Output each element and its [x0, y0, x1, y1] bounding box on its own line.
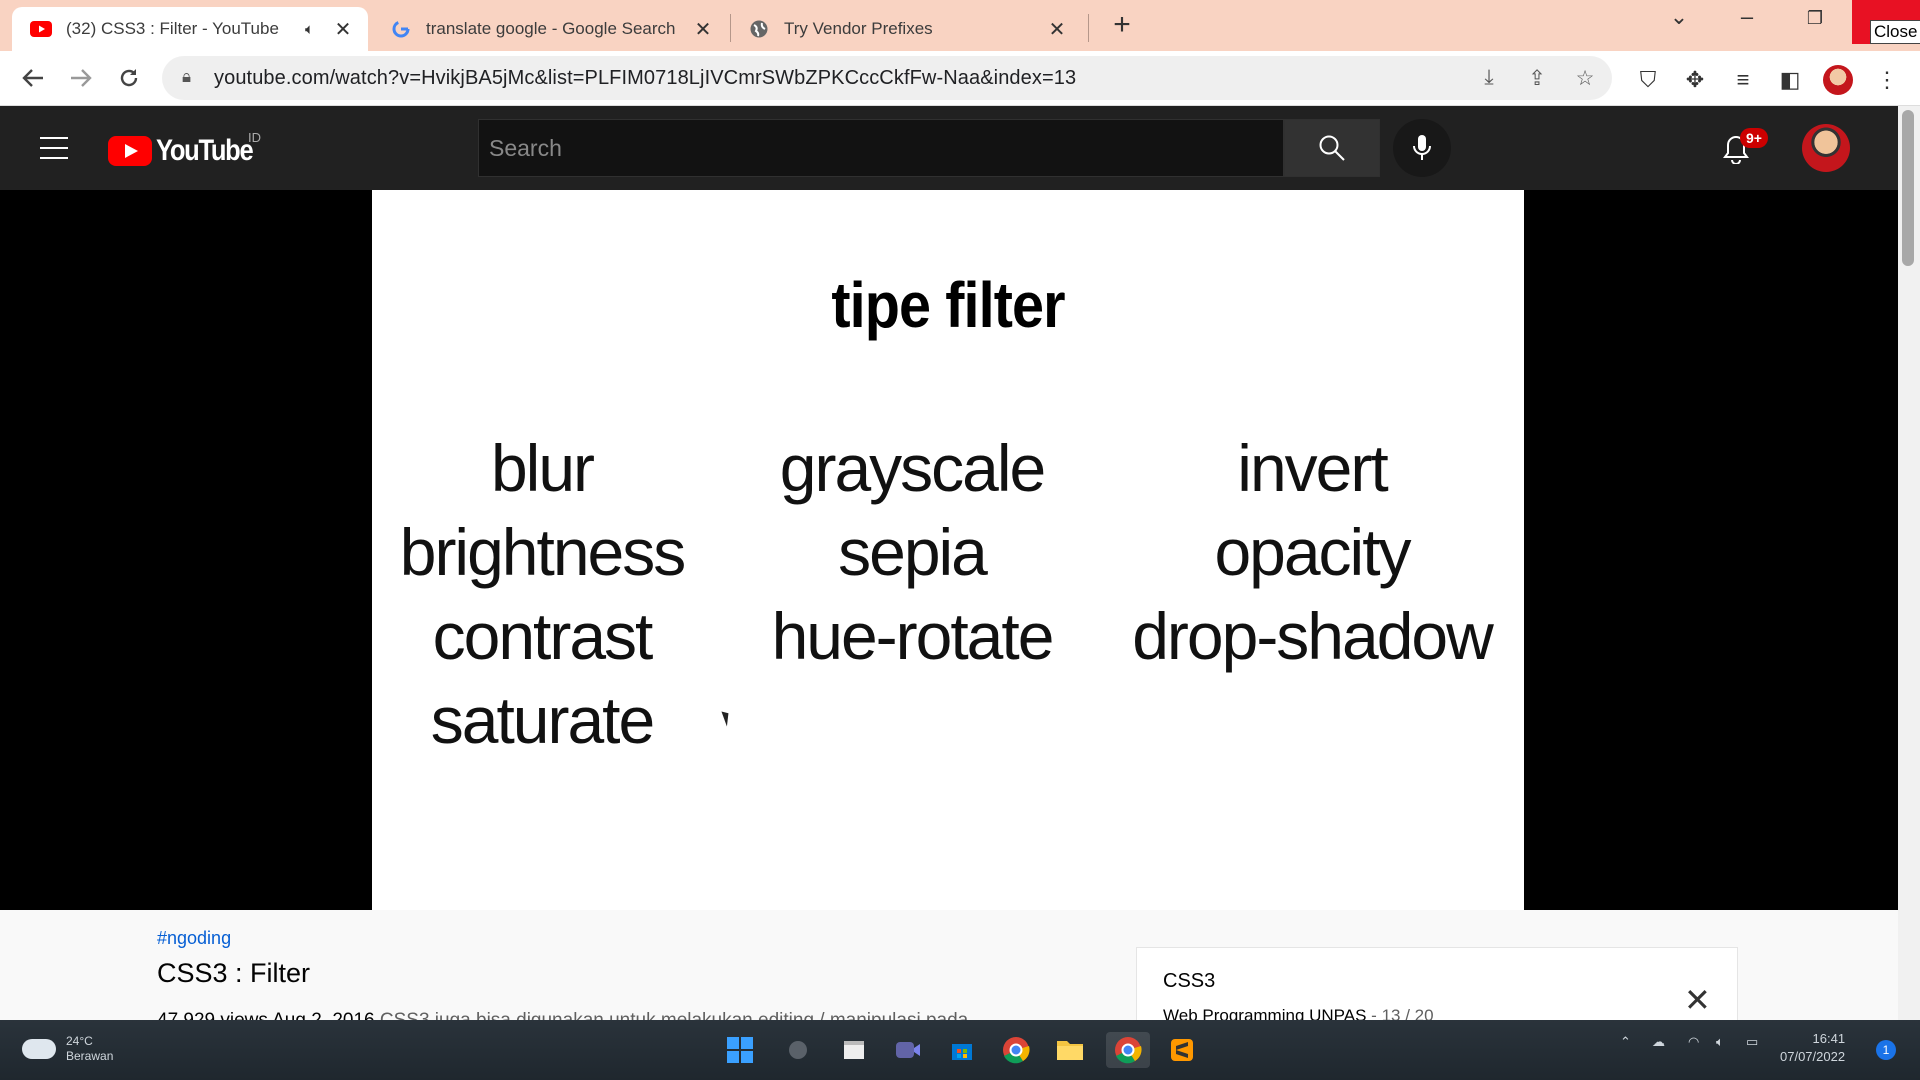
slide-word: grayscale — [779, 431, 1046, 505]
weather-widget[interactable]: 24°C Berawan — [22, 1034, 113, 1064]
tab-close-icon[interactable]: ✕ — [1046, 17, 1068, 42]
profile-avatar[interactable] — [1823, 65, 1853, 95]
country-code: ID — [248, 130, 261, 145]
speaker-icon[interactable]: 🔈︎ — [305, 21, 314, 38]
clock-date: 07/07/2022 — [1780, 1049, 1846, 1064]
notification-center-badge[interactable]: 1 — [1876, 1040, 1896, 1060]
weather-temp: 24°C — [66, 1034, 93, 1048]
scrollbar-thumb[interactable] — [1902, 110, 1914, 266]
side-panel-icon[interactable]: ◧ — [1775, 65, 1805, 95]
guide-menu-icon[interactable] — [40, 137, 68, 167]
slide-word: blur — [490, 431, 595, 505]
back-arrow-icon[interactable] — [16, 61, 50, 95]
search-input[interactable] — [479, 120, 1283, 176]
tab-close-icon[interactable]: ✕ — [692, 17, 714, 42]
chat-icon[interactable] — [890, 1032, 926, 1068]
slide-word: drop-shadow — [1132, 599, 1494, 673]
minimize-icon[interactable]: – — [1724, 4, 1770, 30]
voice-search-button[interactable] — [1393, 119, 1451, 177]
task-view-icon[interactable] — [836, 1032, 872, 1068]
browser-tabstrip: (32) CSS3 : Filter - YouTube 🔈︎ ✕ transl… — [0, 0, 1920, 51]
slide-word: invert — [1237, 431, 1388, 505]
microphone-icon — [1413, 135, 1431, 160]
tab-youtube[interactable]: (32) CSS3 : Filter - YouTube 🔈︎ ✕ — [12, 7, 368, 51]
system-clock[interactable]: 16:41 07/07/2022 — [1780, 1030, 1845, 1066]
playlist-panel: CSS3 Web Programming UNPAS - 13 / 20 ✕ — [1136, 947, 1738, 1027]
url-text[interactable]: youtube.com/watch?v=HvikjBA5jMc&list=PLF… — [214, 67, 1076, 90]
youtube-logo[interactable]: YouTube ID — [108, 130, 269, 168]
new-tab-button[interactable]: + — [1108, 8, 1136, 42]
cloud-icon — [22, 1039, 56, 1059]
tab-title: (32) CSS3 : Filter - YouTube — [66, 19, 279, 38]
extensions-puzzle-icon[interactable]: ✥ — [1680, 65, 1710, 95]
slide-word: brightness — [399, 515, 687, 589]
chrome-icon[interactable] — [998, 1032, 1034, 1068]
slide-word: saturate — [430, 683, 655, 757]
restore-icon[interactable]: ❐ — [1792, 8, 1838, 29]
microsoft-store-icon[interactable] — [944, 1032, 980, 1068]
volume-icon[interactable]: 🔈︎ — [1716, 1034, 1724, 1050]
youtube-wordmark: YouTube — [156, 134, 254, 167]
tray-chevron-icon[interactable]: ⌃ — [1620, 1034, 1631, 1050]
address-bar[interactable]: 🔒︎ youtube.com/watch?v=HvikjBA5jMc&list=… — [162, 56, 1612, 100]
start-windows-icon[interactable] — [722, 1032, 758, 1068]
battery-icon[interactable]: ▭ — [1746, 1034, 1758, 1050]
tab-close-icon[interactable]: ✕ — [332, 17, 354, 42]
onedrive-cloud-icon[interactable]: ☁ — [1652, 1034, 1665, 1050]
shield-extension-icon[interactable]: ⛉ — [1633, 65, 1663, 95]
slide-word: contrast — [432, 599, 654, 673]
lock-icon[interactable]: 🔒︎ — [182, 67, 191, 87]
search-box[interactable] — [478, 119, 1284, 177]
tab-title: translate google - Google Search — [426, 19, 676, 38]
notification-count-badge: 9+ — [1740, 128, 1768, 148]
chrome-profile-icon[interactable] — [1106, 1032, 1150, 1068]
tab-google-search[interactable]: translate google - Google Search ✕ — [372, 7, 728, 51]
install-app-icon[interactable]: ⤓ — [1474, 66, 1504, 90]
youtube-masthead: YouTube ID 9+ — [0, 106, 1898, 190]
slide-word: opacity — [1214, 515, 1411, 589]
close-tooltip: Close — [1870, 20, 1920, 44]
reload-icon[interactable] — [112, 61, 146, 95]
wifi-icon[interactable]: ◠ — [1688, 1034, 1699, 1050]
browser-toolbar: 🔒︎ youtube.com/watch?v=HvikjBA5jMc&list=… — [0, 51, 1920, 106]
bookmark-star-icon[interactable]: ☆ — [1570, 66, 1600, 91]
google-favicon-icon — [390, 18, 412, 40]
share-icon[interactable]: ⇪ — [1522, 66, 1552, 91]
search-taskbar-icon[interactable] — [780, 1032, 816, 1068]
slide-word: sepia — [838, 515, 988, 589]
tab-title: Try Vendor Prefixes — [784, 19, 933, 38]
hashtag-link[interactable]: #ngoding — [157, 928, 231, 949]
slide-word: hue-rotate — [771, 599, 1055, 673]
youtube-favicon-icon — [30, 18, 52, 40]
tab-search-chevron-icon[interactable]: ⌄ — [1656, 4, 1702, 30]
forward-arrow-icon[interactable] — [64, 61, 98, 95]
media-control-icon[interactable]: ≡ — [1728, 65, 1758, 95]
tab-separator — [1088, 14, 1089, 42]
weather-desc: Berawan — [66, 1049, 114, 1063]
sublime-text-icon[interactable] — [1164, 1032, 1200, 1068]
playlist-title[interactable]: CSS3 — [1163, 970, 1215, 993]
avatar — [1823, 65, 1853, 95]
slide-title: tipe filter — [831, 269, 1065, 341]
account-avatar[interactable] — [1802, 124, 1850, 172]
windows-taskbar: 24°C Berawan ⌃ ☁ ◠ 🔈︎ ▭ 16:41 07/07/2022… — [0, 1020, 1920, 1080]
chrome-menu-icon[interactable]: ⋮ — [1872, 65, 1902, 95]
watch-metadata: #ngoding CSS3 : Filter 47,929 views Aug … — [0, 910, 1898, 1031]
video-frame-slide[interactable]: tipe filter blur grayscale invert bright… — [372, 190, 1524, 910]
playlist-close-icon[interactable]: ✕ — [1684, 984, 1711, 1016]
search-icon — [1319, 135, 1345, 161]
tab-vendor-prefixes[interactable]: Try Vendor Prefixes ✕ — [730, 7, 1082, 51]
clock-time: 16:41 — [1812, 1031, 1846, 1046]
globe-favicon-icon — [748, 18, 770, 40]
video-title: CSS3 : Filter — [157, 958, 311, 988]
youtube-play-icon — [108, 136, 152, 166]
file-explorer-icon[interactable] — [1052, 1032, 1088, 1068]
search-button[interactable] — [1284, 119, 1380, 177]
